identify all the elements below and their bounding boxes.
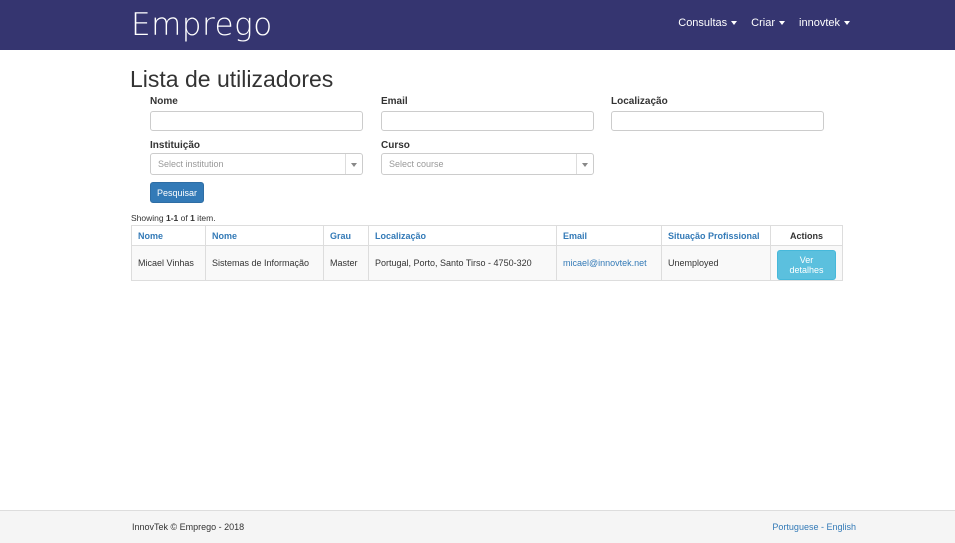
navbar: Emprego Consultas Criar innovtek — [0, 0, 955, 50]
caret-down-icon — [779, 21, 786, 25]
nav-item-label: innovtek — [799, 17, 840, 29]
column-header-email[interactable]: Email — [556, 225, 662, 246]
table-header-row: Nome Nome Grau Localização Email Situaçã… — [131, 225, 843, 246]
instituicao-placeholder: Select institution — [158, 159, 224, 169]
curso-label: Curso — [381, 140, 410, 151]
summary-suffix: item. — [194, 213, 216, 223]
nav-user-dropdown[interactable]: innovtek — [799, 17, 850, 29]
cell-curso: Sistemas de Informação — [205, 245, 324, 281]
chevron-down-icon — [582, 163, 588, 167]
nome-label: Nome — [150, 96, 178, 107]
pesquisar-button[interactable]: Pesquisar — [150, 182, 204, 203]
column-header-nome[interactable]: Nome — [131, 225, 206, 246]
footer: InnovTek © Emprego - 2018 Portuguese - E… — [0, 510, 955, 543]
ver-detalhes-button[interactable]: Ver detalhes — [777, 250, 836, 280]
summary-range: 1-1 — [165, 213, 179, 223]
nav-criar-dropdown[interactable]: Criar — [751, 17, 786, 29]
nav-item-label: Consultas — [678, 17, 728, 29]
cell-situacao: Unemployed — [661, 245, 771, 281]
results-summary: Showing 1-1 of 1 item. — [131, 213, 216, 223]
lang-english-link[interactable]: English — [826, 522, 856, 532]
nav-consultas-dropdown[interactable]: Consultas — [678, 17, 738, 29]
column-header-grau[interactable]: Grau — [323, 225, 369, 246]
curso-placeholder: Select course — [389, 159, 444, 169]
localizacao-label: Localização — [611, 96, 668, 107]
email-label: Email — [381, 96, 408, 107]
column-header-situacao[interactable]: Situação Profissional — [661, 225, 771, 246]
footer-copyright: InnovTek © Emprego - 2018 — [132, 522, 245, 532]
column-header-curso[interactable]: Nome — [205, 225, 324, 246]
chevron-down-icon — [351, 163, 357, 167]
instituicao-label: Instituição — [150, 140, 201, 151]
nav-menu: Consultas Criar innovtek — [678, 17, 850, 29]
nav-item-label: Criar — [751, 17, 776, 29]
caret-down-icon — [844, 21, 850, 25]
summary-middle: of — [178, 213, 191, 223]
nome-input[interactable] — [150, 111, 363, 131]
users-table: Nome Nome Grau Localização Email Situaçã… — [131, 225, 843, 281]
email-input[interactable] — [381, 111, 594, 131]
cell-nome: Micael Vinhas — [131, 245, 206, 281]
instituicao-select[interactable]: Select institution — [150, 153, 363, 175]
summary-prefix: Showing — [131, 213, 166, 223]
localizacao-input[interactable] — [611, 111, 824, 131]
column-header-localizacao[interactable]: Localização — [368, 225, 557, 246]
cell-email-link[interactable]: micael@innovtek.net — [556, 245, 662, 281]
column-header-actions: Actions — [770, 225, 843, 246]
language-switcher: Portuguese - English — [772, 522, 856, 532]
cell-grau: Master — [323, 245, 369, 281]
caret-down-icon — [731, 21, 738, 25]
cell-actions: Ver detalhes — [770, 245, 843, 281]
page-title: Lista de utilizadores — [130, 66, 334, 92]
lang-portuguese-link[interactable]: Portuguese — [772, 522, 818, 532]
table-row: Micael Vinhas Sistemas de Informação Mas… — [131, 245, 843, 281]
brand-logo[interactable]: Emprego — [131, 8, 273, 42]
curso-select[interactable]: Select course — [381, 153, 594, 175]
cell-localizacao: Portugal, Porto, Santo Tirso - 4750-320 — [368, 245, 557, 281]
